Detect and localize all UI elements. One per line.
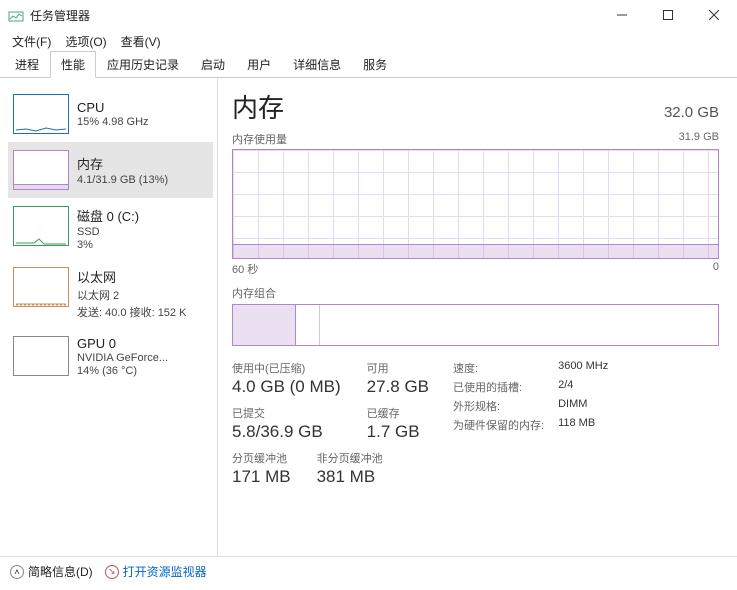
window-controls	[599, 0, 737, 30]
ethernet-thumb	[13, 267, 69, 307]
window-title: 任务管理器	[30, 7, 599, 24]
tab-details[interactable]: 详细信息	[282, 51, 352, 78]
sidebar-item-disk[interactable]: 磁盘 0 (C:) SSD 3%	[8, 198, 213, 259]
axis-right: 0	[713, 261, 719, 277]
sidebar: CPU 15% 4.98 GHz 内存 4.1/31.9 GB (13%) 磁盘…	[0, 78, 217, 556]
memory-usage-graph[interactable]	[232, 149, 719, 259]
sidebar-sub: 以太网 2	[77, 287, 186, 303]
menu-bar: 文件(F) 选项(O) 查看(V)	[0, 30, 737, 52]
tab-services[interactable]: 服务	[352, 51, 398, 78]
cpu-thumb	[13, 94, 69, 134]
menu-file[interactable]: 文件(F)	[6, 31, 57, 52]
tab-bar: 进程 性能 应用历史记录 启动 用户 详细信息 服务	[0, 52, 737, 78]
maximize-button[interactable]	[645, 0, 691, 30]
gpu-thumb	[13, 336, 69, 376]
stats-grid: 使用中(已压缩) 4.0 GB (0 MB) 可用 27.8 GB 已提交 5.…	[232, 360, 719, 487]
tab-startup[interactable]: 启动	[190, 51, 236, 78]
tab-users[interactable]: 用户	[236, 51, 282, 78]
memory-composition-graph[interactable]	[232, 304, 719, 346]
stat-paged: 分页缓冲池 171 MB	[232, 450, 291, 487]
sidebar-sub2: 3%	[77, 239, 139, 251]
detail-panel: 内存 32.0 GB 内存使用量 31.9 GB 60 秒 0 内存组合 使用中…	[217, 78, 737, 556]
sidebar-item-memory[interactable]: 内存 4.1/31.9 GB (13%)	[8, 142, 213, 198]
chevron-up-icon: ˄	[10, 565, 24, 579]
titlebar: 任务管理器	[0, 0, 737, 30]
stat-available: 可用 27.8 GB	[367, 360, 429, 397]
sidebar-label: 磁盘 0 (C:)	[77, 206, 139, 225]
stat-committed: 已提交 5.8/36.9 GB	[232, 405, 341, 442]
app-icon	[8, 7, 24, 23]
stat-nonpaged: 非分页缓冲池 381 MB	[317, 450, 383, 487]
sidebar-sub2: 14% (36 °C)	[77, 365, 168, 377]
detail-title: 内存	[232, 88, 284, 125]
resmon-icon: ↘	[105, 565, 119, 579]
sidebar-label: CPU	[77, 100, 149, 115]
fewer-details-button[interactable]: ˄ 简略信息(D)	[10, 563, 93, 580]
menu-view[interactable]: 查看(V)	[115, 31, 167, 52]
sidebar-sub2: 发送: 40.0 接收: 152 K	[77, 304, 186, 320]
tab-processes[interactable]: 进程	[4, 51, 50, 78]
tab-app-history[interactable]: 应用历史记录	[96, 51, 190, 78]
detail-total: 32.0 GB	[664, 104, 719, 121]
sidebar-item-ethernet[interactable]: 以太网 以太网 2 发送: 40.0 接收: 152 K	[8, 259, 213, 328]
sidebar-label: 以太网	[77, 267, 186, 286]
menu-options[interactable]: 选项(O)	[59, 31, 112, 52]
disk-thumb	[13, 206, 69, 246]
composition-label: 内存组合	[232, 285, 719, 301]
sidebar-item-cpu[interactable]: CPU 15% 4.98 GHz	[8, 86, 213, 142]
open-resmon-link[interactable]: ↘ 打开资源监视器	[105, 563, 207, 580]
sidebar-sub: NVIDIA GeForce...	[77, 352, 168, 364]
stat-inuse: 使用中(已压缩) 4.0 GB (0 MB)	[232, 360, 341, 397]
tab-performance[interactable]: 性能	[50, 51, 96, 78]
minimize-button[interactable]	[599, 0, 645, 30]
content: CPU 15% 4.98 GHz 内存 4.1/31.9 GB (13%) 磁盘…	[0, 78, 737, 556]
memory-thumb	[13, 150, 69, 190]
sidebar-sub: SSD	[77, 226, 139, 238]
sidebar-item-gpu[interactable]: GPU 0 NVIDIA GeForce... 14% (36 °C)	[8, 328, 213, 385]
sidebar-label: 内存	[77, 154, 168, 173]
sidebar-sub: 4.1/31.9 GB (13%)	[77, 174, 168, 186]
axis-left: 60 秒	[232, 261, 258, 277]
close-button[interactable]	[691, 0, 737, 30]
stats-right: 速度: 3600 MHz 已使用的插槽: 2/4 外形规格: DIMM 为硬件保…	[453, 360, 608, 487]
sidebar-sub: 15% 4.98 GHz	[77, 116, 149, 128]
usage-graph-max: 31.9 GB	[679, 131, 719, 147]
footer: ˄ 简略信息(D) ↘ 打开资源监视器	[0, 556, 737, 586]
stat-cached: 已缓存 1.7 GB	[367, 405, 429, 442]
usage-graph-label: 内存使用量	[232, 131, 287, 147]
sidebar-label: GPU 0	[77, 336, 168, 351]
